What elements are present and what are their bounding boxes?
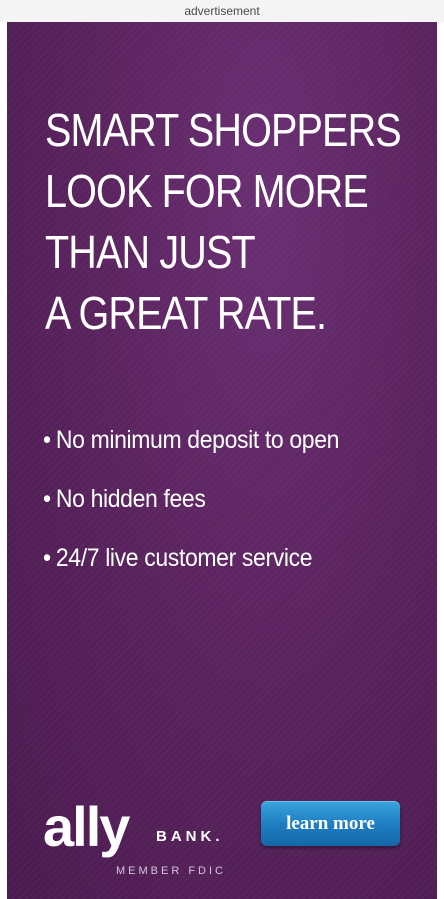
headline-line: LOOK FOR MORE — [45, 165, 369, 217]
feature-list: • No minimum deposit to open • No hidden f… — [43, 420, 402, 597]
feature-item: • No minimum deposit to open — [43, 420, 402, 479]
learn-more-button[interactable]: learn more — [261, 801, 400, 846]
logo-wordmark: ally — [43, 795, 130, 858]
ally-bank-logo[interactable]: ally BANK. MEMBER FDIC — [43, 795, 253, 885]
headline-line: A GREAT RATE. — [45, 287, 327, 339]
feature-text: No hidden fees — [55, 485, 206, 513]
headline-line: SMART SHOPPERS — [45, 104, 402, 156]
feature-text: 24/7 live customer service — [55, 544, 313, 572]
feature-text: No minimum deposit to open — [55, 426, 340, 454]
member-fdic-text: MEMBER FDIC — [116, 865, 226, 877]
logo-bank-text: BANK. — [156, 828, 224, 845]
feature-item: • 24/7 live customer service — [43, 538, 402, 597]
headline-line: THAN JUST — [45, 226, 256, 278]
ally-bank-ad-banner[interactable]: SMART SHOPPERS LOOK FOR MORE THAN JUST A… — [7, 22, 437, 899]
bullet-icon: • — [43, 485, 51, 513]
bullet-icon: • — [43, 426, 51, 454]
headline: SMART SHOPPERS LOOK FOR MORE THAN JUST A… — [45, 100, 402, 344]
bullet-icon: • — [43, 544, 51, 572]
feature-item: • No hidden fees — [43, 479, 402, 538]
advertisement-label: advertisement — [0, 0, 444, 22]
